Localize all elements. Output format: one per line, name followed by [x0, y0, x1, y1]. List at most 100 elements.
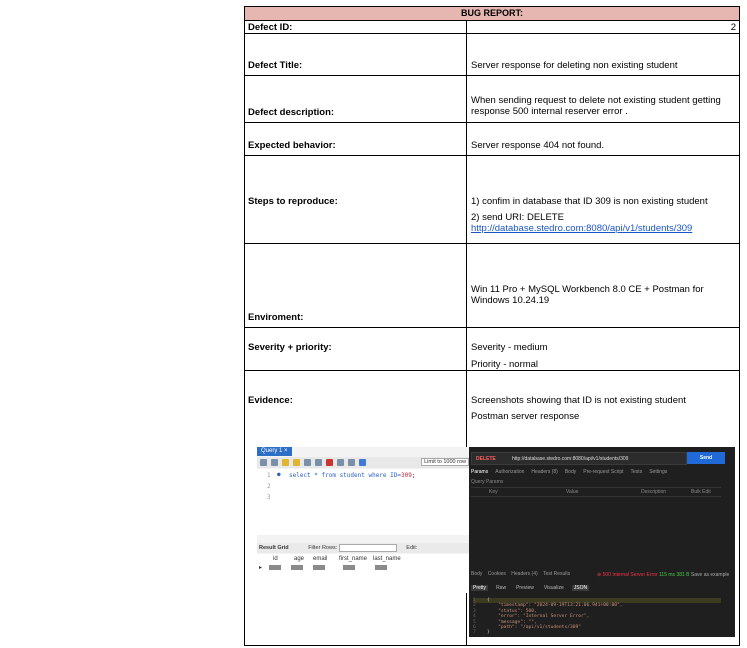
status-text: 500 Internal Server Error: [602, 572, 658, 578]
label-text: Steps to reproduce:: [248, 196, 338, 207]
null-cell: [343, 565, 355, 570]
null-cell: [375, 565, 387, 570]
json-line-text: "timestamp": "2024-09-19T13:21:06.941+00…: [487, 603, 623, 609]
value-defect-description: When sending request to delete not exist…: [468, 76, 739, 122]
label-text: Defect description:: [248, 107, 335, 118]
view-tabs: Pretty Raw Preview Visualize JSON: [471, 585, 595, 594]
response-status: ⊕ 500 Internal Server Error 115 ms 381 B…: [597, 572, 729, 578]
col-description: Description: [641, 489, 667, 495]
tab-pre-request[interactable]: Pre-request Script: [583, 469, 623, 475]
tab-headers[interactable]: Headers (8): [531, 469, 557, 475]
null-cell: [291, 565, 303, 570]
label-text: Enviroment:: [248, 312, 304, 323]
time-text: 115 ms: [659, 572, 676, 578]
result-grid-tab[interactable]: Result Grid: [259, 545, 289, 551]
sql-semicolon: ;: [411, 472, 416, 479]
view-pretty[interactable]: Pretty: [471, 585, 489, 591]
value-severity: Severity - medium Priority - normal: [468, 328, 739, 370]
json-line: 7}: [473, 630, 721, 635]
environment-text: Win 11 Pro + MySQL Workbench 8.0 CE + Po…: [471, 284, 704, 306]
label-text: Defect Title:: [248, 60, 303, 71]
tab-settings[interactable]: Settings: [649, 469, 667, 475]
view-visualize[interactable]: Visualize: [542, 585, 566, 591]
json-line-text: "message": "",: [487, 619, 537, 625]
explain-icon[interactable]: [304, 459, 311, 466]
save-icon[interactable]: [271, 459, 278, 466]
json-line-number: 7: [473, 630, 476, 636]
res-tab-tests[interactable]: Test Results: [543, 571, 570, 577]
toggle-icon[interactable]: [359, 459, 366, 466]
tab-body[interactable]: Body: [565, 469, 576, 475]
format-select[interactable]: JSON: [571, 585, 590, 591]
row-steps: Steps to reproduce: 1) confim in databas…: [245, 156, 739, 244]
col-header-age: age: [294, 556, 305, 562]
execute-line-icon[interactable]: [293, 459, 300, 466]
filter-rows-input[interactable]: [338, 543, 397, 552]
request-bar: DELETE http://database.stedro.com:8080/a…: [471, 452, 687, 465]
value-environment: Win 11 Pro + MySQL Workbench 8.0 CE + Po…: [468, 244, 739, 327]
tab-authorization[interactable]: Authorization: [495, 469, 524, 475]
bulk-edit-button[interactable]: Bulk Edit: [691, 489, 711, 495]
json-line-text: }: [487, 630, 490, 636]
result-grid: id age email first_name last_name ▸: [257, 554, 471, 593]
limit-select[interactable]: Limit to 1000 row: [421, 458, 469, 466]
null-cell: [313, 565, 325, 570]
col-header-last-name: last_name: [373, 556, 401, 562]
execute-icon[interactable]: [282, 459, 289, 466]
label-defect-description: Defect description:: [245, 76, 467, 122]
folder-icon[interactable]: [260, 459, 267, 466]
defect-id-text: 2: [730, 22, 736, 33]
col-header-id: id: [273, 556, 278, 562]
autocommit-icon[interactable]: [326, 459, 333, 466]
sql-id-value: 309: [400, 472, 412, 479]
url-input[interactable]: http://database.stedro.com:8080/api/v1/s…: [512, 456, 628, 462]
label-severity: Severity + priority:: [245, 328, 467, 370]
request-tabs: Params Authorization Headers (8) Body Pre-re…: [471, 469, 674, 475]
col-key: Key: [489, 489, 498, 495]
edit-label: Edit:: [406, 545, 418, 551]
report-header: BUG REPORT:: [245, 7, 739, 21]
step-1-text: 1) confim in database that ID 309 is non…: [471, 196, 708, 207]
rollback-icon[interactable]: [348, 459, 355, 466]
size-text: 381 B: [676, 572, 690, 578]
label-text: Defect ID:: [248, 22, 293, 33]
sql-editor[interactable]: 1 ● select * from student where ID=309; …: [257, 469, 471, 535]
col-value: Value: [566, 489, 579, 495]
save-example-button[interactable]: Save as example: [691, 572, 729, 578]
label-text: Severity + priority:: [248, 342, 332, 353]
evidence-line-1: Screenshots showing that ID is not exist…: [471, 395, 686, 406]
query-tab[interactable]: Query 1 ×: [257, 447, 292, 456]
res-tab-body[interactable]: Body: [471, 571, 482, 577]
label-expected: Expected behavior:: [245, 123, 467, 155]
view-raw[interactable]: Raw: [494, 585, 508, 591]
res-tab-headers[interactable]: Headers (4): [511, 571, 537, 577]
execute-marker-icon: ●: [277, 471, 281, 478]
send-button[interactable]: Send: [687, 452, 725, 464]
tab-params[interactable]: Params: [471, 469, 488, 475]
json-line-text: "error": "Internal Server Error",: [487, 614, 590, 620]
request-url-link[interactable]: http://database.stedro.com:8080/api/v1/s…: [471, 223, 692, 234]
res-tab-cookies[interactable]: Cookies: [488, 571, 506, 577]
postman-screenshot: DELETE http://database.stedro.com:8080/a…: [469, 447, 735, 637]
null-cell: [269, 565, 281, 570]
tab-tests[interactable]: Tests: [631, 469, 643, 475]
stop-icon[interactable]: [315, 459, 322, 466]
expected-text: Server response 404 not found.: [471, 140, 605, 151]
line-number: 2: [267, 483, 271, 490]
row-defect-description: Defect description: When sending request…: [245, 76, 739, 123]
params-table-header: Key Value Description Bulk Edit: [471, 487, 721, 497]
response-bar: Body Cookies Headers (4) Test Results ⊕ …: [469, 571, 735, 581]
col-header-first-name: first_name: [339, 556, 368, 562]
value-expected: Server response 404 not found.: [468, 123, 739, 155]
priority-text: Priority - normal: [471, 359, 539, 370]
label-steps: Steps to reproduce:: [245, 156, 467, 243]
label-text: Expected behavior:: [248, 140, 336, 151]
method-select[interactable]: DELETE: [476, 456, 496, 462]
label-text: Evidence:: [248, 395, 293, 406]
filter-rows-label: Filter Rows:: [308, 545, 338, 551]
close-icon[interactable]: ×: [284, 448, 288, 454]
view-preview[interactable]: Preview: [514, 585, 536, 591]
row-expected-behavior: Expected behavior: Server response 404 n…: [245, 123, 739, 156]
commit-icon[interactable]: [337, 459, 344, 466]
query-params-label: Query Params: [471, 479, 504, 485]
